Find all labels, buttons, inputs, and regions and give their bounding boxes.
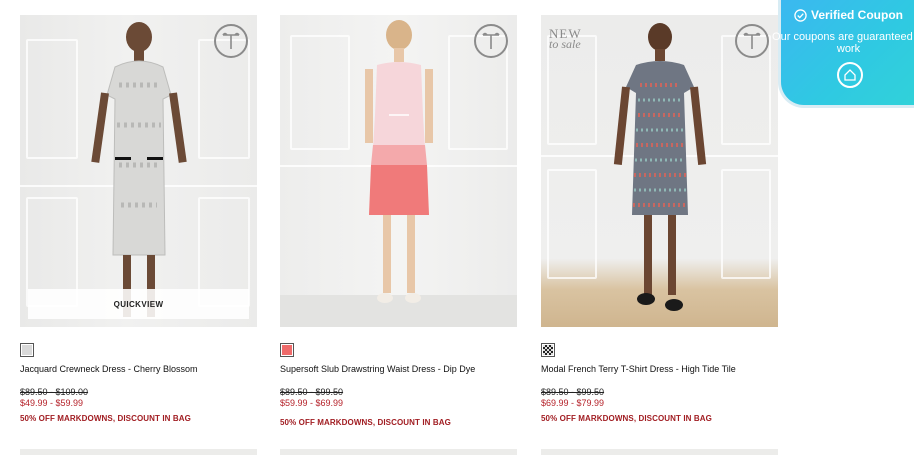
sale-price: $59.99 - $69.99 (280, 398, 344, 408)
sale-price: $49.99 - $59.99 (20, 398, 84, 408)
product-name[interactable]: Supersoft Slub Drawstring Waist Dress - … (280, 364, 475, 374)
product-image[interactable]: QUICKVIEW (20, 15, 257, 327)
coupon-title: Verified Coupon (810, 8, 903, 22)
sale-price: $69.99 - $79.99 (541, 398, 605, 408)
promo-text: 50% OFF MARKDOWNS, DISCOUNT IN BAG (280, 418, 451, 427)
brand-logo-icon (735, 24, 769, 58)
promo-text: 50% OFF MARKDOWNS, DISCOUNT IN BAG (20, 414, 191, 423)
product-name[interactable]: Jacquard Crewneck Dress - Cherry Blossom (20, 364, 198, 374)
model-figure (364, 20, 433, 303)
original-price: $89.50 - $109.00 (20, 387, 89, 397)
model-figure (90, 22, 187, 317)
product-name[interactable]: Modal French Terry T-Shirt Dress - High … (541, 364, 736, 374)
original-price: $89.50 - $99.50 (280, 387, 344, 397)
color-swatch[interactable] (280, 343, 294, 357)
check-circle-icon (794, 8, 807, 22)
product-card-2[interactable]: Supersoft Slub Drawstring Waist Dress - … (280, 15, 517, 427)
product-card-3[interactable]: NEW to sale Modal French Terry T-Shirt D… (541, 15, 778, 423)
coupon-message: Our coupons are guaranteed to work (772, 31, 914, 55)
next-row-product-image[interactable] (20, 449, 257, 455)
coupon-tag-icon[interactable] (837, 62, 863, 88)
brand-logo-icon (214, 24, 248, 58)
product-image[interactable]: NEW to sale (541, 15, 778, 327)
brand-logo-icon (474, 24, 508, 58)
new-to-sale-badge: NEW to sale (549, 26, 582, 51)
promo-text: 50% OFF MARKDOWNS, DISCOUNT IN BAG (541, 414, 712, 423)
color-swatch[interactable] (20, 343, 34, 357)
product-image[interactable] (280, 15, 517, 327)
color-swatch[interactable] (541, 343, 555, 357)
product-card-1[interactable]: QUICKVIEW Jacquard Crewneck Dress - Cher… (20, 15, 257, 423)
verified-coupon-widget[interactable]: Verified Coupon Our coupons are guarante… (772, 0, 914, 108)
original-price: $89.50 - $99.50 (541, 387, 605, 397)
quickview-button[interactable]: QUICKVIEW (28, 289, 249, 319)
next-row-product-image[interactable] (280, 449, 517, 455)
next-row-product-image[interactable] (541, 449, 778, 455)
model-figure (613, 23, 706, 311)
